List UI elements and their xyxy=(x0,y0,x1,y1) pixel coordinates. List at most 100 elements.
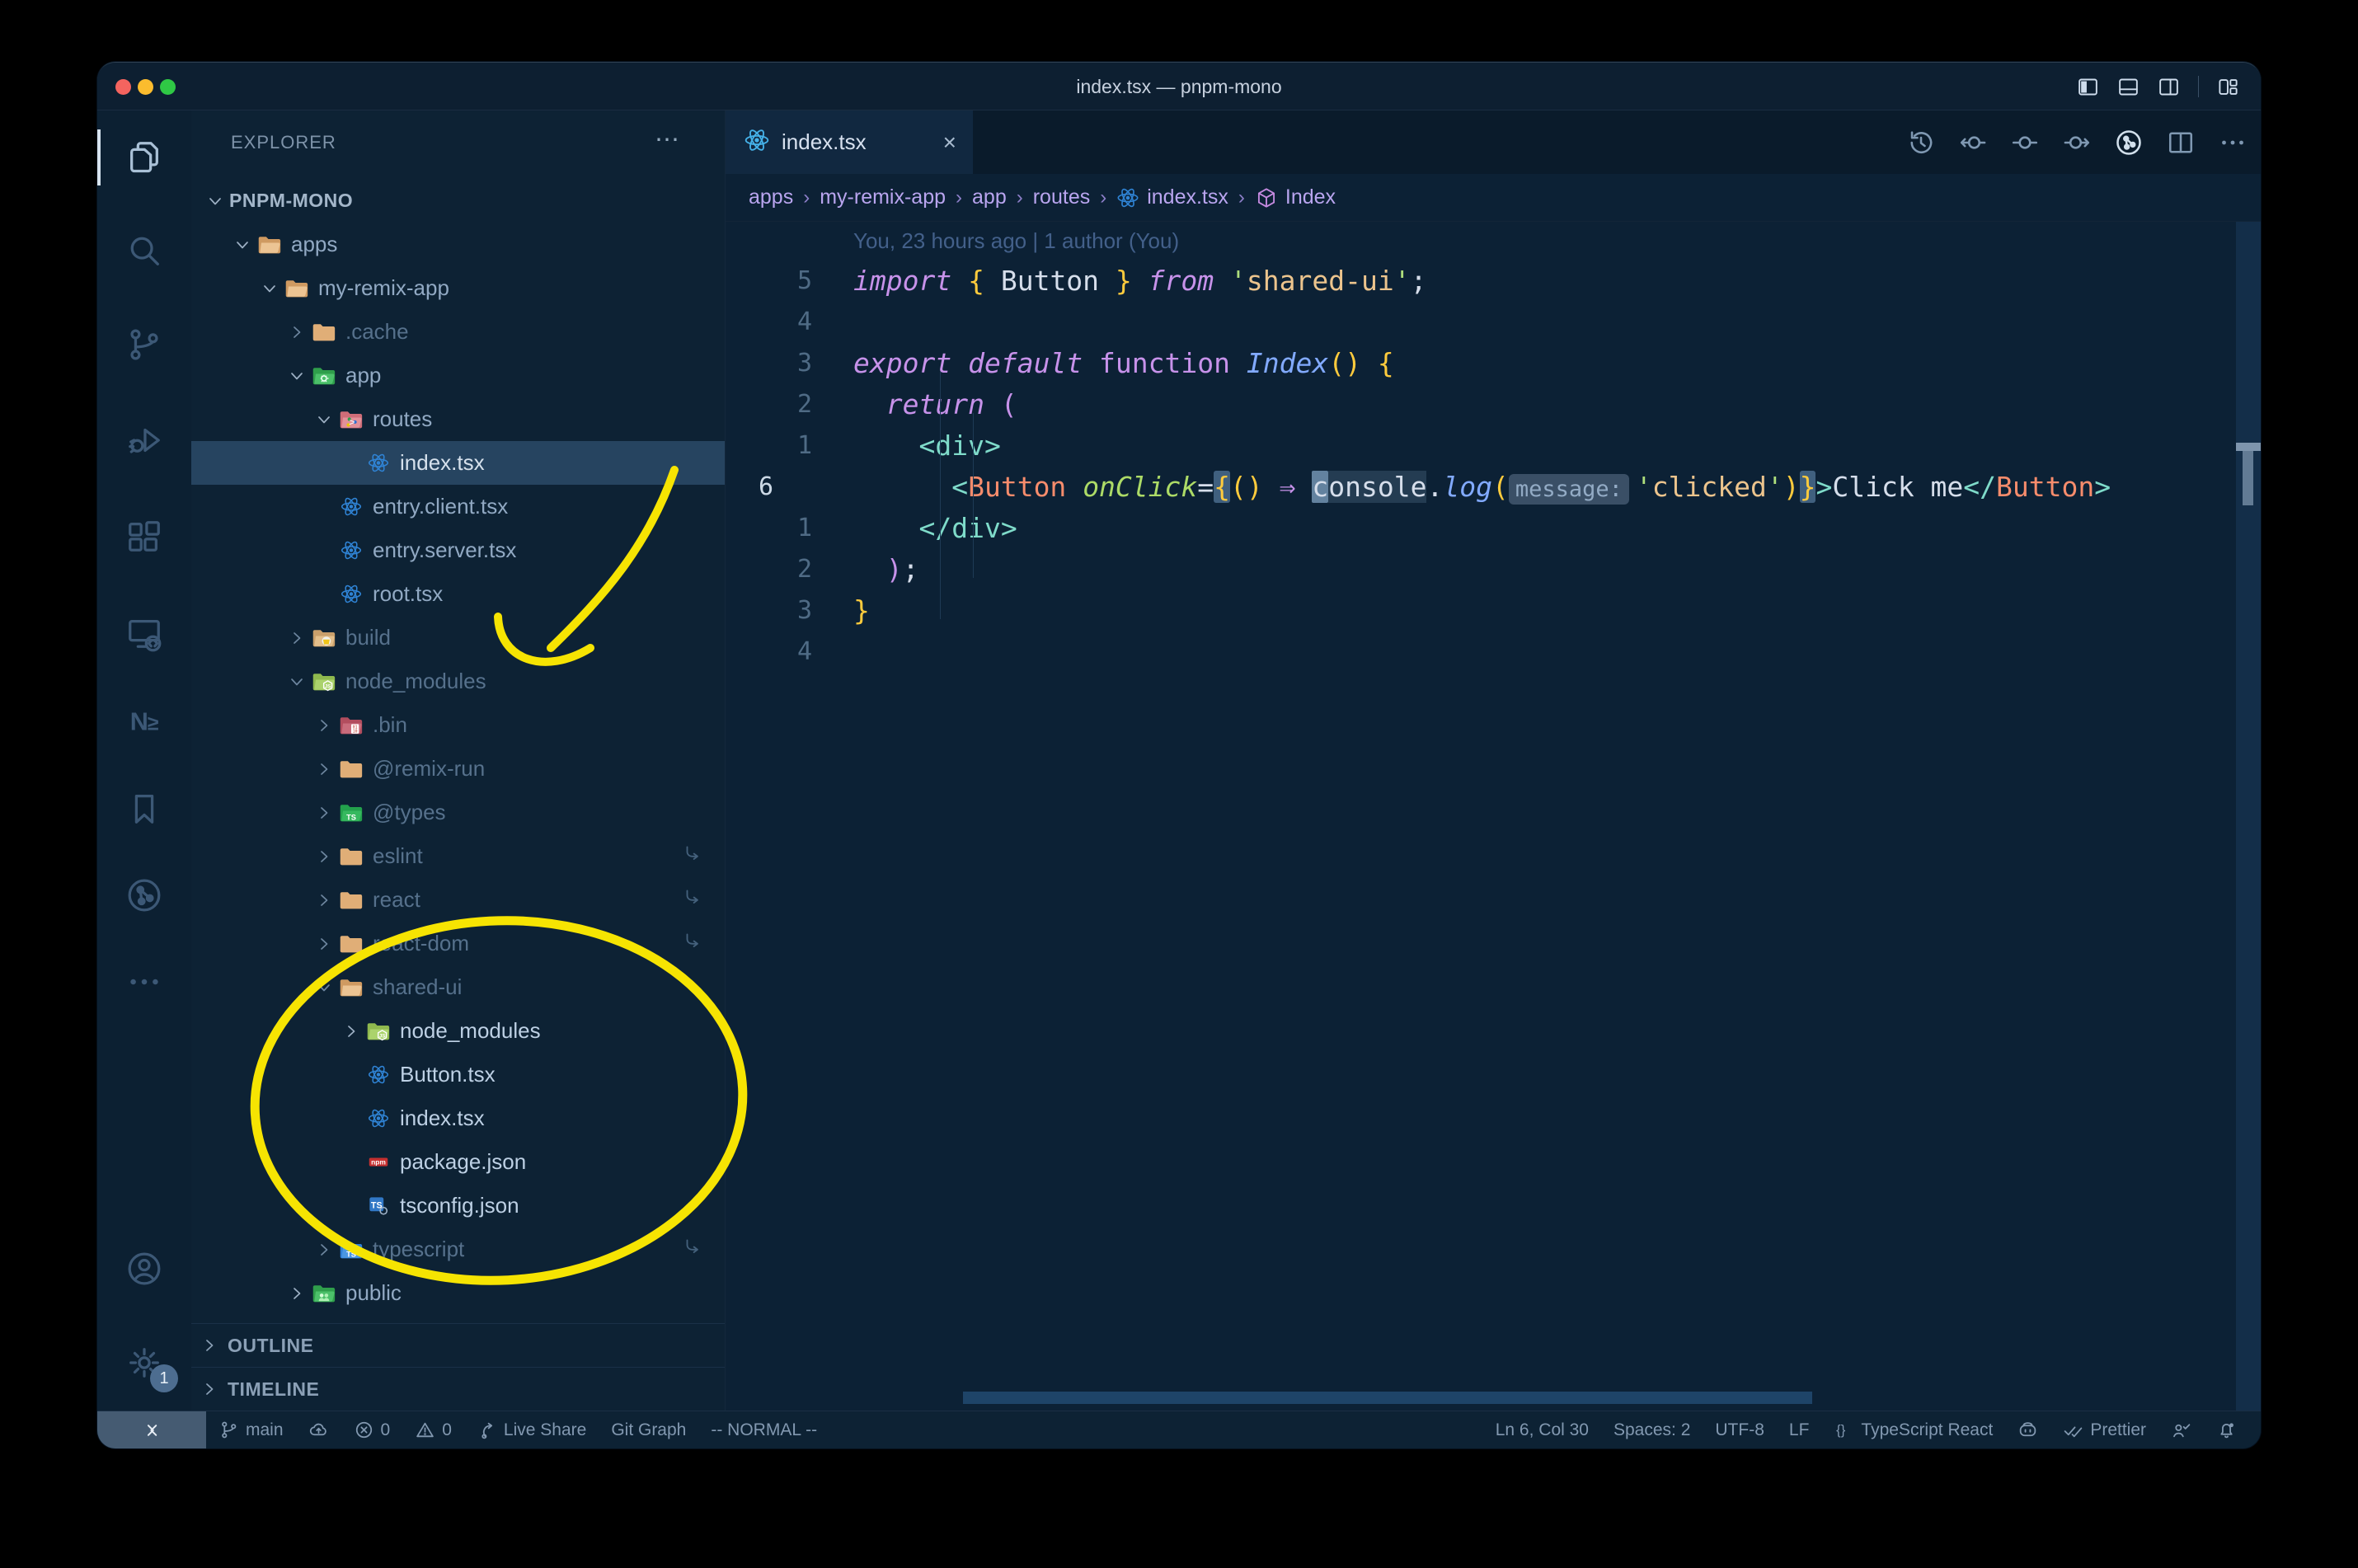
breadcrumb-index[interactable]: Index xyxy=(1255,185,1336,209)
tree-item-shared-ui[interactable]: shared-ui xyxy=(191,965,725,1009)
section-outline[interactable]: OUTLINE xyxy=(191,1323,725,1367)
chevron-down-icon[interactable] xyxy=(284,672,309,692)
tree-item-typescript[interactable]: TS typescript xyxy=(191,1228,725,1271)
tree-item-entry-client-tsx[interactable]: entry.client.tsx xyxy=(191,485,725,528)
tree-item-button-tsx[interactable]: Button.tsx xyxy=(191,1053,725,1096)
explorer-more-actions-icon[interactable]: ⋯ xyxy=(655,125,682,154)
tree-item-index-tsx[interactable]: index.tsx xyxy=(191,1096,725,1140)
chevron-down-icon[interactable] xyxy=(230,235,255,255)
tree-item-index-tsx[interactable]: index.tsx xyxy=(191,441,725,485)
tree-item-app[interactable]: app xyxy=(191,354,725,397)
gitlens-circle-button[interactable] xyxy=(2114,128,2144,157)
status-remote-indicator[interactable] xyxy=(97,1411,206,1448)
tree-item-package-json[interactable]: npm package.json xyxy=(191,1140,725,1184)
activity-more[interactable] xyxy=(97,942,191,1021)
tree-item-entry-server-tsx[interactable]: entry.server.tsx xyxy=(191,528,725,572)
status-errors[interactable]: 0 xyxy=(341,1411,403,1448)
tree-item-routes[interactable]: routes xyxy=(191,397,725,441)
code-line-1[interactable]: 1 <div> xyxy=(726,425,2236,467)
tree-item-my-remix-app[interactable]: my-remix-app xyxy=(191,266,725,310)
code-line-2[interactable]: 2 return ( xyxy=(726,384,2236,425)
code-line-1[interactable]: 1 </div> xyxy=(726,508,2236,549)
breadcrumb-apps[interactable]: apps xyxy=(749,185,793,209)
layout-customize-button[interactable] xyxy=(2217,76,2239,98)
status-live-share[interactable]: Live Share xyxy=(464,1411,599,1448)
chevron-right-icon[interactable] xyxy=(312,716,336,735)
layout-sidebar-left-button[interactable] xyxy=(2077,76,2099,98)
chevron-down-icon[interactable] xyxy=(312,410,336,430)
code-line-4[interactable]: 4 xyxy=(726,631,2236,673)
chevron-right-icon[interactable] xyxy=(312,759,336,779)
status-vim-mode[interactable]: -- NORMAL -- xyxy=(698,1411,829,1448)
chevron-right-icon[interactable] xyxy=(312,803,336,823)
activity-extensions[interactable] xyxy=(97,497,191,576)
breadcrumb-routes[interactable]: routes xyxy=(1033,185,1090,209)
code-line-3[interactable]: 3 export default function Index() { xyxy=(726,343,2236,384)
activity-nx-console[interactable]: N ≥ xyxy=(97,683,191,762)
layout-sidebar-right-button[interactable] xyxy=(2158,76,2180,98)
status-git-graph[interactable]: Git Graph xyxy=(599,1411,698,1448)
status-formatter[interactable]: Prettier xyxy=(2050,1411,2158,1448)
chevron-right-icon[interactable] xyxy=(339,1021,364,1041)
status-language-mode[interactable]: {} TypeScript React xyxy=(1821,1411,2005,1448)
chevron-right-icon[interactable] xyxy=(284,628,309,648)
chevron-down-icon[interactable] xyxy=(257,279,282,298)
chevron-right-icon[interactable] xyxy=(312,934,336,954)
activity-files[interactable] xyxy=(97,118,191,197)
status-indentation[interactable]: Spaces: 2 xyxy=(1601,1411,1703,1448)
tree-item-root-tsx[interactable]: root.tsx xyxy=(191,572,725,616)
change-button[interactable] xyxy=(2010,128,2040,157)
code-line-3[interactable]: 3} xyxy=(726,590,2236,631)
status-git-branch[interactable]: main xyxy=(206,1411,296,1448)
tab-index-tsx[interactable]: index.tsx × xyxy=(726,110,973,174)
horizontal-scrollbar[interactable] xyxy=(963,1392,1812,1404)
tree-item-eslint[interactable]: eslint xyxy=(191,834,725,878)
chevron-right-icon[interactable] xyxy=(284,1284,309,1303)
code-line-5[interactable]: 5 import { Button } from 'shared-ui'; xyxy=(726,261,2236,302)
chevron-down-icon[interactable] xyxy=(284,366,309,386)
breadcrumb-my-remix-app[interactable]: my-remix-app xyxy=(820,185,946,209)
activity-remote-explorer[interactable] xyxy=(97,594,191,673)
status-encoding[interactable]: UTF-8 xyxy=(1703,1411,1777,1448)
activity-bookmarks[interactable] xyxy=(97,769,191,848)
status-notifications[interactable] xyxy=(2204,1411,2249,1448)
tree-item--bin[interactable]: 01 10 .bin xyxy=(191,703,725,747)
status-eol[interactable]: LF xyxy=(1777,1411,1822,1448)
chevron-right-icon[interactable] xyxy=(312,890,336,910)
status-warnings[interactable]: 0 xyxy=(402,1411,464,1448)
tree-item-node-modules[interactable]: JS node_modules xyxy=(191,660,725,703)
chevron-right-icon[interactable] xyxy=(312,1240,336,1260)
status-cursor-position[interactable]: Ln 6, Col 30 xyxy=(1483,1411,1601,1448)
tree-item--remix-run[interactable]: @remix-run xyxy=(191,747,725,791)
code-line-6[interactable]: 6 <Button onClick={() ⇒ console.log(mess… xyxy=(726,467,2236,508)
layout-panel-button[interactable] xyxy=(2117,76,2140,98)
tree-item-public[interactable]: public xyxy=(191,1271,725,1315)
tree-item--cache[interactable]: .cache xyxy=(191,310,725,354)
activity-gitlens[interactable] xyxy=(97,856,191,935)
status-sync[interactable] xyxy=(296,1411,341,1448)
activity-settings[interactable]: 1 xyxy=(97,1323,191,1402)
tree-item-build[interactable]: build xyxy=(191,616,725,660)
tree-item-node-modules[interactable]: JS node_modules xyxy=(191,1009,725,1053)
activity-account[interactable] xyxy=(97,1229,191,1308)
tree-item-react-dom[interactable]: react-dom xyxy=(191,922,725,965)
chevron-right-icon[interactable] xyxy=(312,847,336,866)
breadcrumb-app[interactable]: app xyxy=(972,185,1007,209)
tree-item--types[interactable]: TS @types xyxy=(191,791,725,834)
activity-source-control[interactable] xyxy=(97,305,191,384)
section-timeline[interactable]: TIMELINE xyxy=(191,1367,725,1411)
prev-change-button[interactable] xyxy=(1958,128,1988,157)
activity-run-debug[interactable] xyxy=(97,401,191,480)
tree-item-tsconfig-json[interactable]: TS tsconfig.json xyxy=(191,1184,725,1228)
activity-search[interactable] xyxy=(97,211,191,290)
chevron-down-icon[interactable] xyxy=(203,191,228,211)
next-change-button[interactable] xyxy=(2062,128,2092,157)
status-copilot[interactable] xyxy=(2005,1411,2050,1448)
tree-item-apps[interactable]: apps xyxy=(191,223,725,266)
tree-item-react[interactable]: react xyxy=(191,878,725,922)
code-line-4[interactable]: 4 xyxy=(726,302,2236,343)
code-editor[interactable]: You, 23 hours ago | 1 author (You) 5 impo… xyxy=(726,222,2236,673)
more-horizontal-button[interactable] xyxy=(2218,128,2248,157)
history-button[interactable] xyxy=(1906,128,1936,157)
code-line-2[interactable]: 2 ); xyxy=(726,549,2236,590)
